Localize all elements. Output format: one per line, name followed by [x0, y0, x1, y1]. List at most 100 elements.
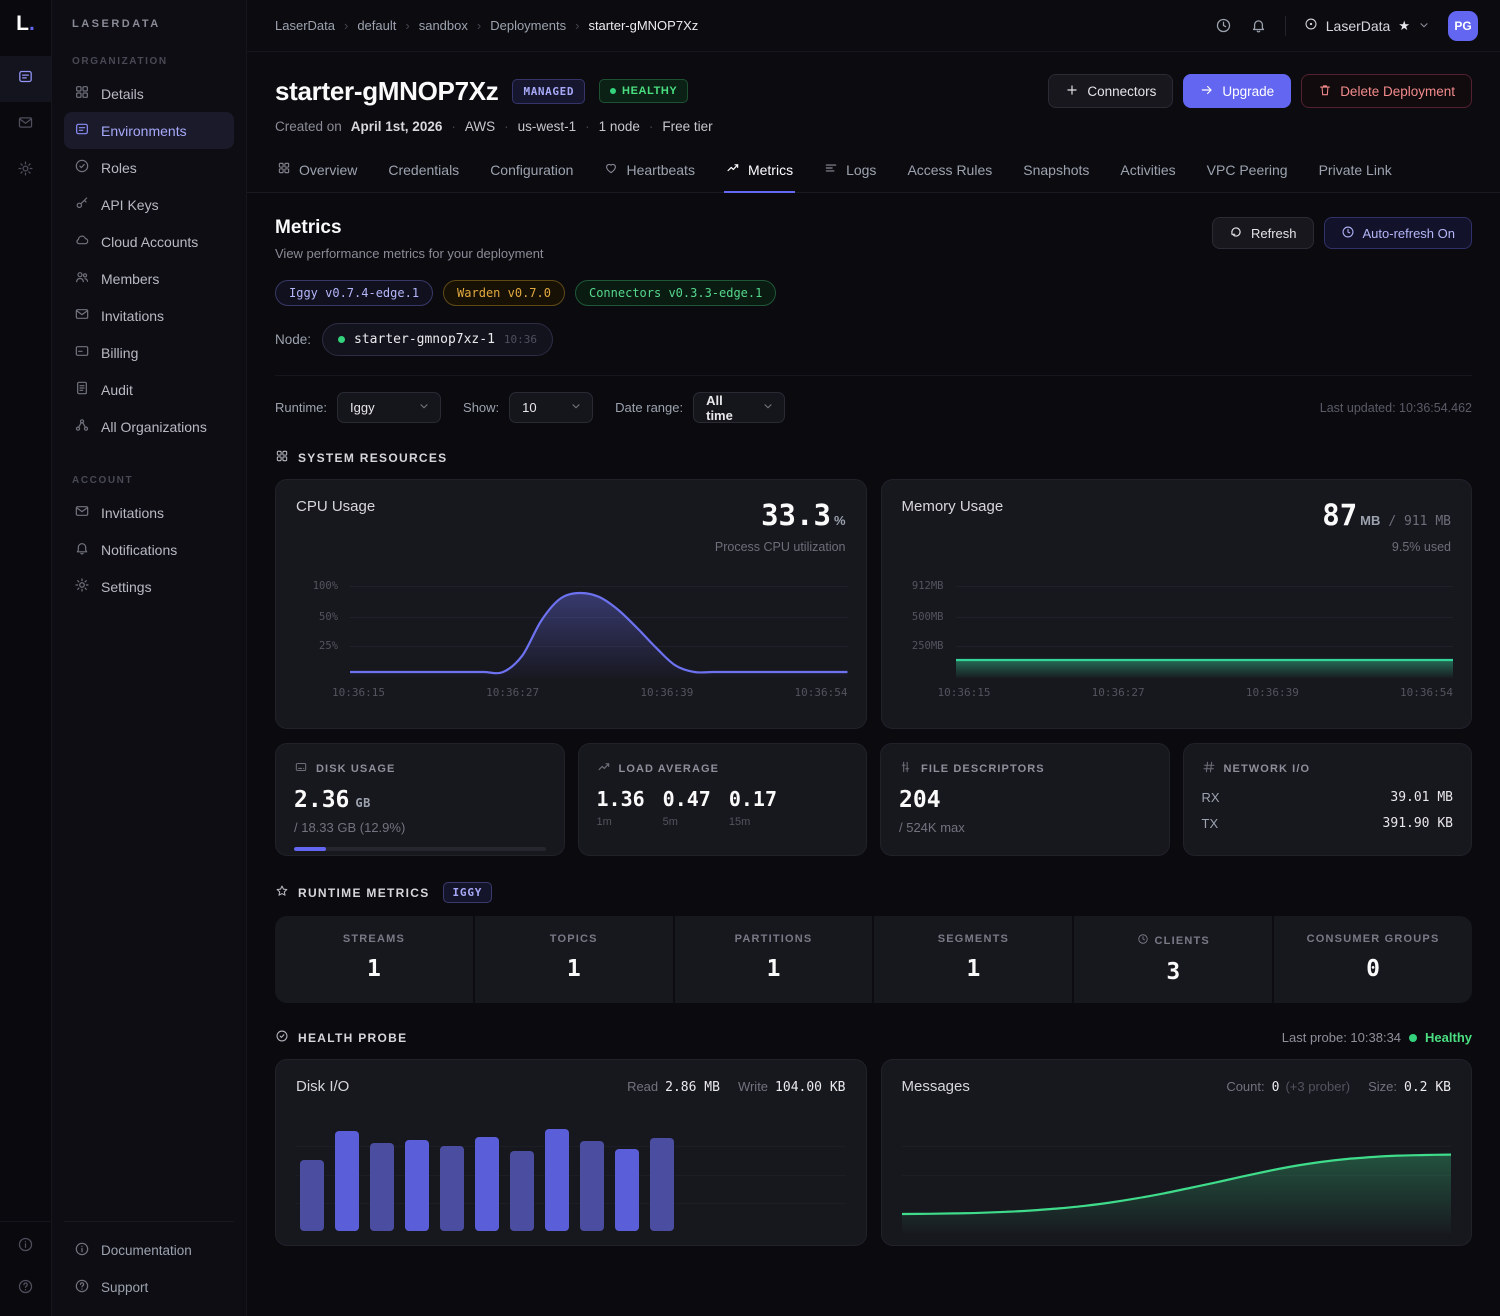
- sidebar-item-audit[interactable]: Audit: [64, 371, 234, 408]
- cpu-subtitle: Process CPU utilization: [715, 540, 846, 554]
- avatar[interactable]: PG: [1448, 11, 1478, 41]
- help-icon[interactable]: [17, 1278, 34, 1300]
- disk-io-bar: [615, 1149, 639, 1231]
- fd-value: 204: [899, 787, 1151, 813]
- breadcrumb-item[interactable]: default: [357, 18, 396, 33]
- breadcrumb-item[interactable]: LaserData: [275, 18, 335, 33]
- tab-snapshots[interactable]: Snapshots: [1021, 150, 1091, 193]
- breadcrumb-item[interactable]: sandbox: [419, 18, 468, 33]
- memory-usage-card: Memory Usage 87MB/ 911 MB 9.5% used 912M…: [881, 479, 1473, 729]
- created-date: April 1st, 2026: [351, 119, 443, 134]
- sidebar-item-roles[interactable]: Roles: [64, 149, 234, 186]
- card-icon: [74, 343, 90, 362]
- deployment-meta: Created onApril 1st, 2026 ·AWS ·us-west-…: [275, 119, 1472, 134]
- sidebar-item-settings[interactable]: Settings: [64, 568, 234, 605]
- rail-nav: [0, 56, 51, 194]
- breadcrumb-separator: ›: [575, 18, 579, 33]
- topbar-divider: [1285, 16, 1286, 36]
- show-filter-label: Show:: [463, 400, 499, 415]
- logo[interactable]: L.: [16, 12, 35, 36]
- key-icon: [74, 195, 90, 214]
- version-badges: Iggy v0.7.4-edge.1 Warden v0.7.0 Connect…: [275, 280, 1472, 306]
- version-badge-iggy: Iggy v0.7.4-edge.1: [275, 280, 433, 306]
- disk-io-bars: [300, 1127, 674, 1231]
- network-rx-value: 39.01 MB: [1390, 790, 1453, 805]
- runtime-cell-partitions: PARTITIONS 1: [675, 916, 873, 1003]
- disk-usage-card: DISK USAGE 2.36GB / 18.33 GB (12.9%): [275, 743, 565, 856]
- info-icon[interactable]: [17, 1236, 34, 1258]
- sidebar-item-notifications[interactable]: Notifications: [64, 531, 234, 568]
- runtime-select[interactable]: Iggy: [337, 392, 441, 423]
- rail-item-invitations[interactable]: [0, 102, 51, 148]
- tab-credentials[interactable]: Credentials: [386, 150, 461, 193]
- disk-io-bar: [405, 1140, 429, 1231]
- heart-icon: [604, 161, 618, 178]
- sidebar-item-documentation[interactable]: Documentation: [64, 1232, 234, 1269]
- check-circle-icon: [74, 158, 90, 177]
- sidebar-item-members[interactable]: Members: [64, 260, 234, 297]
- sun-icon: [74, 577, 90, 596]
- target-icon: [1304, 17, 1318, 34]
- cpu-chart: 100% 50% 25% 10:36:1: [296, 580, 848, 720]
- connectors-button[interactable]: Connectors: [1048, 74, 1173, 108]
- breadcrumb-item[interactable]: Deployments: [490, 18, 566, 33]
- auto-refresh-toggle[interactable]: Auto-refresh On: [1324, 217, 1473, 249]
- runtime-metrics-section-header: RUNTIME METRICS IGGY: [275, 882, 1472, 903]
- tab-activities[interactable]: Activities: [1118, 150, 1177, 193]
- show-select[interactable]: 10: [509, 392, 593, 423]
- delete-deployment-button[interactable]: Delete Deployment: [1301, 74, 1472, 108]
- brand-name: LASERDATA: [64, 16, 234, 30]
- tab-configuration[interactable]: Configuration: [488, 150, 575, 193]
- probe-status: Healthy: [1425, 1030, 1472, 1045]
- disk-io-card: Disk I/O Read2.86 MB Write104.00 KB: [275, 1059, 867, 1246]
- messages-chart: [902, 1121, 1452, 1233]
- sidebar-item-billing[interactable]: Billing: [64, 334, 234, 371]
- rail-item-environments[interactable]: [0, 56, 51, 102]
- cpu-x-axis: 10:36:1510:36:2710:36:3910:36:54: [332, 686, 848, 699]
- trend-icon: [597, 760, 611, 777]
- disk-io-chart: [296, 1121, 846, 1233]
- runtime-cell-consumer-groups: CONSUMER GROUPS 0: [1274, 916, 1472, 1003]
- messages-size: 0.2 KB: [1404, 1080, 1451, 1095]
- sidebar-item-environments[interactable]: Environments: [64, 112, 234, 149]
- version-badge-connectors: Connectors v0.3.3-edge.1: [575, 280, 776, 306]
- network-io-card: NETWORK I/O RX 39.01 MB TX 391.90 KB: [1183, 743, 1473, 856]
- breadcrumb-separator: ›: [477, 18, 481, 33]
- sidebar-item-all-organizations[interactable]: All Organizations: [64, 408, 234, 445]
- upgrade-button[interactable]: Upgrade: [1183, 74, 1291, 108]
- refresh-button[interactable]: Refresh: [1212, 217, 1314, 249]
- health-dot: [610, 88, 616, 94]
- date-range-select[interactable]: All time: [693, 392, 785, 423]
- deployment-header: starter-gMNOP7Xz MANAGED HEALTHY Connect…: [247, 52, 1500, 134]
- tab-overview[interactable]: Overview: [275, 150, 359, 193]
- sidebar-item-api-keys[interactable]: API Keys: [64, 186, 234, 223]
- memory-subtitle: 9.5% used: [1322, 540, 1451, 554]
- node-pill[interactable]: starter-gmnop7xz-1 10:36: [322, 323, 553, 356]
- tab-vpc-peering[interactable]: VPC Peering: [1205, 150, 1290, 193]
- sidebar-item-account-invitations[interactable]: Invitations: [64, 494, 234, 531]
- org-switcher[interactable]: LaserData ★: [1304, 17, 1430, 34]
- bell-icon: [74, 540, 90, 559]
- sidebar-item-details[interactable]: Details: [64, 75, 234, 112]
- sidebar-item-cloud-accounts[interactable]: Cloud Accounts: [64, 223, 234, 260]
- users-icon: [74, 269, 90, 288]
- tab-logs[interactable]: Logs: [822, 150, 878, 193]
- disk-io-bar: [440, 1146, 464, 1231]
- help-icon: [74, 1278, 90, 1297]
- chevron-down-icon: [570, 400, 582, 415]
- rail-item-settings[interactable]: [0, 148, 51, 194]
- tab-heartbeats[interactable]: Heartbeats: [602, 150, 696, 193]
- tab-metrics[interactable]: Metrics: [724, 150, 795, 193]
- rail-bottom: [0, 1221, 51, 1316]
- grid-icon: [74, 84, 90, 103]
- tab-private-link[interactable]: Private Link: [1317, 150, 1394, 193]
- node-name: starter-gmnop7xz-1: [354, 332, 495, 347]
- bell-icon[interactable]: [1250, 17, 1267, 34]
- tab-access-rules[interactable]: Access Rules: [905, 150, 994, 193]
- check-circle-icon: [275, 1029, 289, 1046]
- sidebar: LASERDATA ORGANIZATION Details Environme…: [52, 0, 247, 1316]
- history-icon[interactable]: [1215, 17, 1232, 34]
- sidebar-item-support[interactable]: Support: [64, 1269, 234, 1306]
- disk-write-value: 104.00 KB: [775, 1080, 845, 1095]
- sidebar-item-invitations[interactable]: Invitations: [64, 297, 234, 334]
